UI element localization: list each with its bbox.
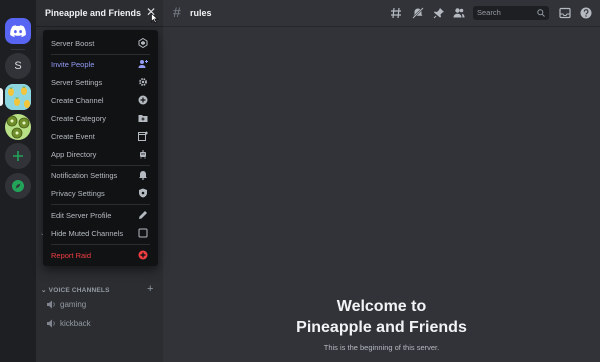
discord-logo-icon xyxy=(10,25,26,37)
pineapple-pattern-icon xyxy=(5,84,31,110)
plus-circle-icon xyxy=(138,95,148,105)
menu-item-label: Create Category xyxy=(51,113,107,123)
menu-divider xyxy=(51,54,150,55)
active-server-pill xyxy=(0,88,3,106)
chevron-down-icon: ⌄ xyxy=(41,287,49,294)
category-label: VOICE CHANNELS xyxy=(48,287,110,294)
bell-icon xyxy=(139,171,147,180)
compass-icon xyxy=(12,180,24,192)
threads-icon[interactable] xyxy=(390,7,402,19)
inbox-icon[interactable] xyxy=(559,7,571,19)
menu-item-label: Create Event xyxy=(51,131,95,141)
channel-kickback[interactable]: kickback xyxy=(46,316,91,330)
menu-item-label: Privacy Settings xyxy=(51,188,105,198)
server-icon-pineapple[interactable] xyxy=(5,84,31,110)
menu-item-label: Edit Server Profile xyxy=(51,210,112,220)
search-icon xyxy=(537,9,545,17)
robot-icon xyxy=(140,150,146,159)
checkbox-icon[interactable] xyxy=(138,228,148,238)
server-icon-s[interactable]: S xyxy=(5,53,31,79)
members-icon[interactable] xyxy=(453,7,465,19)
menu-item-label: Report Raid xyxy=(51,250,92,260)
menu-item-label: Hide Muted Channels xyxy=(51,228,124,238)
menu-item-label: Invite People xyxy=(51,59,95,69)
menu-item-server-boost[interactable]: Server Boost xyxy=(47,35,154,51)
server-name: Pineapple and Friends xyxy=(45,8,142,18)
welcome-subtitle: This is the beginning of this server. xyxy=(323,343,440,352)
menu-item-invite-people[interactable]: Invite People xyxy=(47,56,154,72)
category-voice-channels[interactable]: ⌄ VOICE CHANNELS xyxy=(41,286,110,294)
help-icon[interactable] xyxy=(580,7,592,19)
pencil-icon xyxy=(139,211,147,219)
rail-divider xyxy=(11,49,25,50)
menu-item-label: App Directory xyxy=(51,149,97,159)
menu-item-privacy-settings[interactable]: Privacy Settings xyxy=(47,185,154,201)
menu-item-create-event[interactable]: Create Event xyxy=(47,128,154,144)
pin-icon[interactable] xyxy=(433,7,445,19)
menu-item-label: Notification Settings xyxy=(51,170,118,180)
server-icon-kiwi[interactable] xyxy=(5,114,31,140)
menu-item-edit-server-profile[interactable]: Edit Server Profile xyxy=(47,207,154,223)
add-server-button[interactable] xyxy=(5,143,31,169)
channel-name: kickback xyxy=(60,318,91,328)
home-button[interactable] xyxy=(5,18,31,44)
speaker-icon xyxy=(47,319,55,327)
menu-divider xyxy=(51,244,150,245)
menu-item-create-category[interactable]: Create Category xyxy=(47,110,154,126)
mute-bell-icon[interactable] xyxy=(412,7,424,19)
alert-shield-icon xyxy=(138,250,148,260)
add-person-icon xyxy=(138,60,148,68)
menu-item-app-directory[interactable]: App Directory xyxy=(47,146,154,162)
calendar-plus-icon xyxy=(138,131,148,141)
welcome-heading: Welcome to Pineapple and Friends xyxy=(163,296,600,338)
menu-item-label: Create Channel xyxy=(51,95,104,105)
boost-gem-icon xyxy=(138,38,148,48)
menu-item-label: Server Boost xyxy=(51,38,95,48)
server-header[interactable]: Pineapple and Friends ✕ xyxy=(36,0,163,27)
folder-plus-icon xyxy=(138,115,148,122)
shield-icon xyxy=(139,188,147,198)
explore-servers-button[interactable] xyxy=(5,173,31,199)
search-placeholder: Search xyxy=(477,8,501,17)
channel-header: # rules Search xyxy=(163,0,600,27)
add-channel-icon[interactable]: + xyxy=(147,283,153,295)
menu-item-server-settings[interactable]: Server Settings xyxy=(47,74,154,90)
channel-title: rules xyxy=(190,8,212,18)
welcome-line-1: Welcome to xyxy=(336,298,427,315)
gear-icon xyxy=(139,78,147,86)
search-input[interactable]: Search xyxy=(473,6,549,20)
menu-item-create-channel[interactable]: Create Channel xyxy=(47,92,154,108)
welcome-section: Welcome to Pineapple and Friends This is… xyxy=(163,296,600,352)
menu-item-label: Server Settings xyxy=(51,77,103,87)
menu-divider xyxy=(51,165,150,166)
menu-item-report-raid[interactable]: Report Raid xyxy=(47,247,154,263)
welcome-line-2: Pineapple and Friends xyxy=(296,319,467,336)
menu-item-notification-settings[interactable]: Notification Settings xyxy=(47,167,154,183)
speaker-icon xyxy=(47,300,55,308)
menu-item-hide-muted-channels[interactable]: Hide Muted Channels xyxy=(47,225,154,241)
server-letter: S xyxy=(14,60,22,72)
hashtag-icon: # xyxy=(173,4,181,20)
kiwi-pattern-icon xyxy=(5,114,31,140)
channel-gaming[interactable]: gaming xyxy=(46,297,86,311)
plus-icon xyxy=(13,151,23,161)
mouse-cursor-icon xyxy=(151,13,158,23)
server-rail: S xyxy=(0,0,39,362)
server-dropdown-menu: Server Boost Invite People Server Settin… xyxy=(43,30,158,266)
menu-divider xyxy=(51,204,150,205)
channel-name: gaming xyxy=(60,299,87,309)
